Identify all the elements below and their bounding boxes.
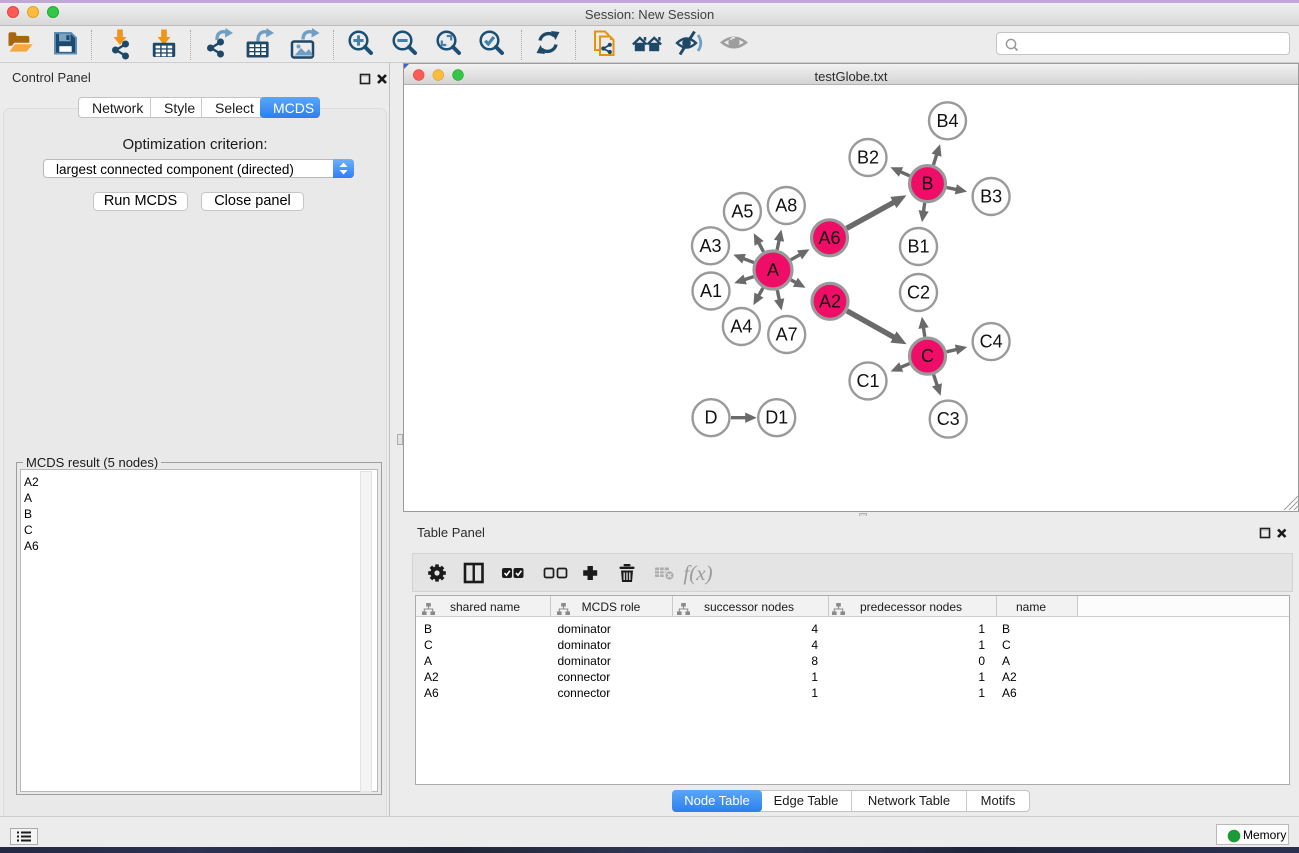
svg-text:A3: A3 [699, 236, 721, 256]
svg-text:A6: A6 [818, 228, 840, 248]
svg-text:B2: B2 [857, 148, 879, 168]
svg-text:B: B [921, 174, 933, 194]
svg-text:A2: A2 [819, 291, 841, 311]
svg-text:f(x): f(x) [683, 561, 712, 585]
svg-text:D1: D1 [765, 408, 788, 428]
svg-text:B1: B1 [907, 237, 929, 257]
svg-text:C: C [921, 346, 934, 366]
svg-text:C1: C1 [856, 371, 879, 391]
svg-text:D: D [705, 408, 718, 428]
svg-text:A1: A1 [700, 281, 722, 301]
svg-text:A: A [767, 260, 779, 280]
svg-text:A8: A8 [775, 196, 797, 216]
svg-text:B4: B4 [936, 111, 958, 131]
svg-text:C4: C4 [980, 332, 1003, 352]
svg-text:A4: A4 [730, 317, 752, 337]
svg-text:A5: A5 [731, 202, 753, 222]
svg-text:A7: A7 [776, 325, 798, 345]
svg-text:B3: B3 [980, 187, 1002, 207]
svg-text:C2: C2 [907, 283, 930, 303]
svg-text:C3: C3 [937, 409, 960, 429]
